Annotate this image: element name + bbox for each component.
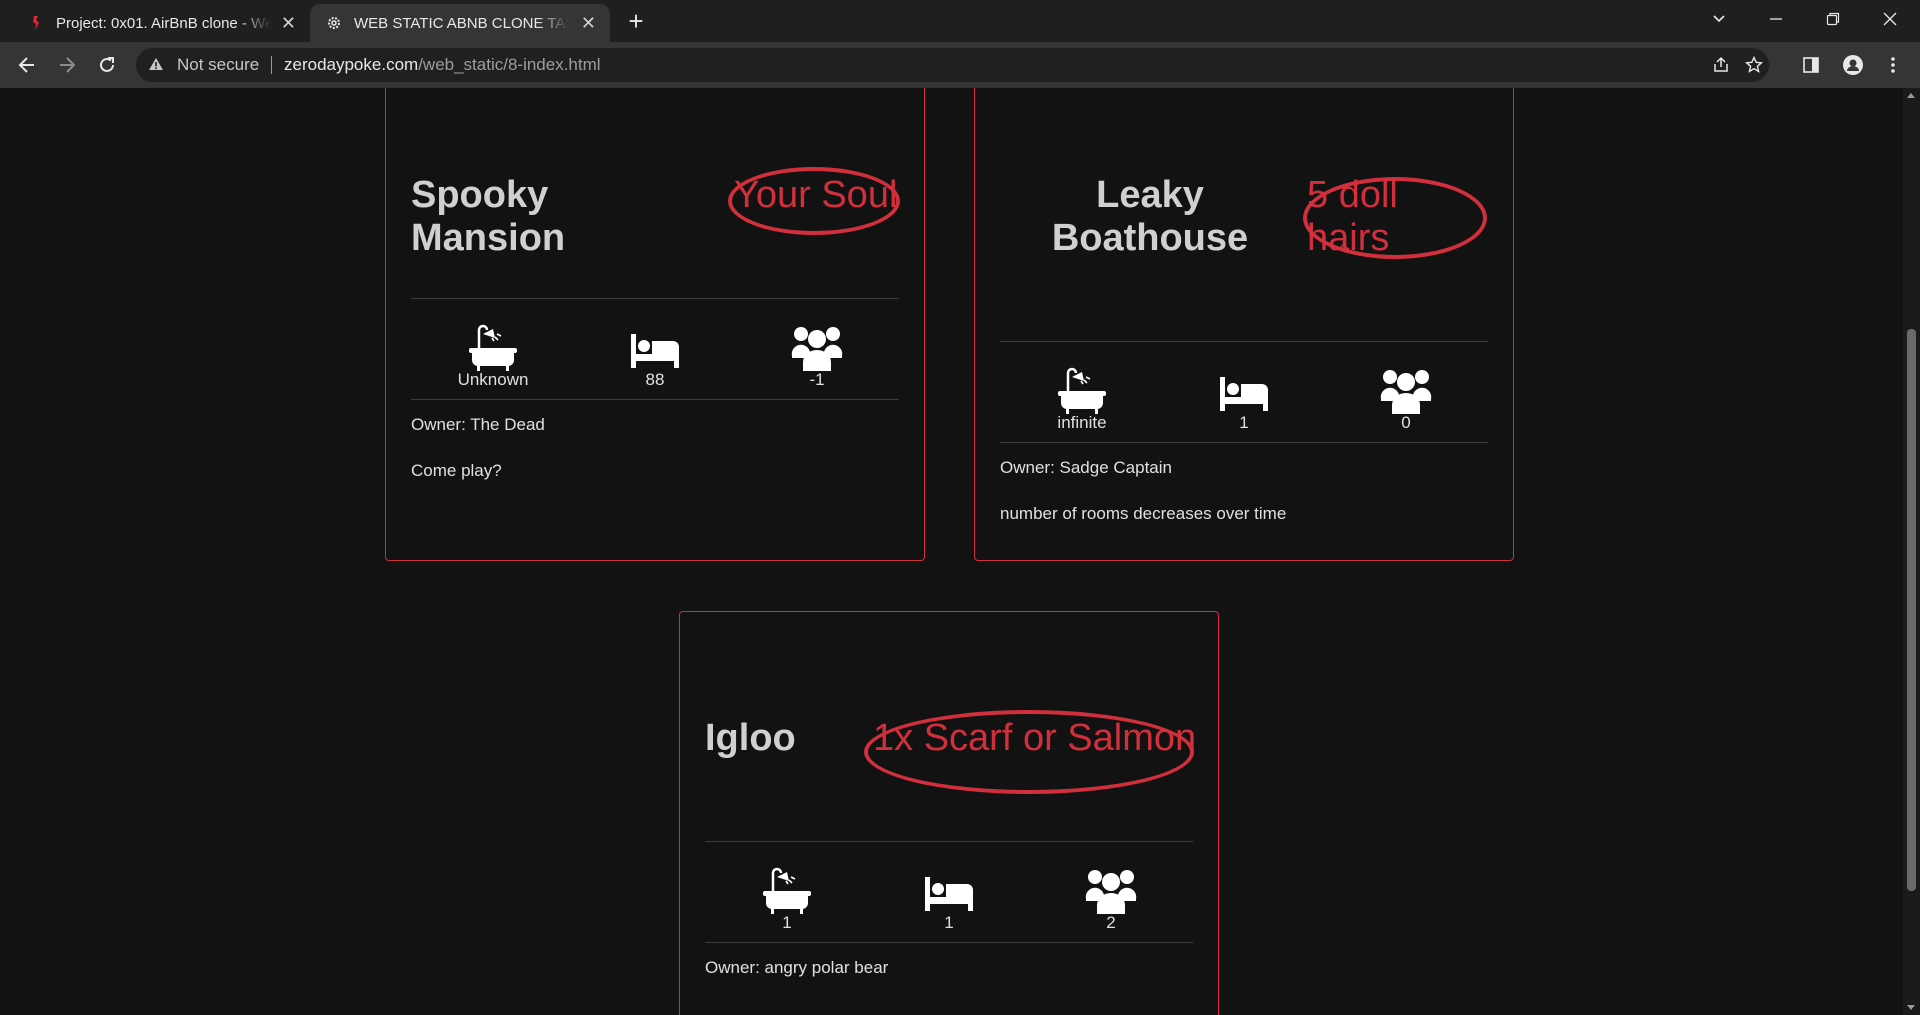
- rooms-value: 88: [645, 370, 665, 389]
- close-window-icon[interactable]: [1875, 8, 1905, 32]
- tab-close-icon[interactable]: ✕: [581, 13, 596, 34]
- number-bathrooms: Unknown: [433, 324, 553, 390]
- share-icon[interactable]: [1707, 51, 1735, 79]
- forward-icon[interactable]: [53, 51, 81, 79]
- number-bathrooms: 1: [727, 867, 847, 933]
- place-owner: Owner: Sadge Captain: [1000, 458, 1172, 477]
- bathrooms-value: infinite: [1057, 413, 1107, 432]
- bathrooms-value: 1: [782, 913, 792, 932]
- place-information: 1 1 2: [705, 841, 1193, 943]
- place-card: Igloo 1x Scarf or Salmon 1 1 2 Owner: an…: [679, 611, 1219, 1015]
- guests-value: -1: [809, 370, 825, 389]
- guests-value: 0: [1401, 413, 1411, 432]
- divider: [271, 56, 272, 74]
- place-owner: Owner: The Dead: [411, 415, 545, 434]
- group-icon: [1085, 870, 1137, 914]
- address-bar[interactable]: Not secure zerodaypoke.com/web_static/8-…: [136, 48, 1769, 82]
- place-information: Unknown 88 -1: [411, 298, 899, 400]
- bathrooms-value: Unknown: [457, 370, 529, 389]
- place-information: infinite 1 0: [1000, 341, 1488, 443]
- bathtub-icon: [763, 867, 811, 914]
- new-tab-button[interactable]: +: [622, 8, 650, 36]
- tab-title: WEB STATIC ABNB CLONE TASK 8: [354, 14, 569, 32]
- holberton-favicon-icon: [33, 16, 39, 30]
- group-icon: [1380, 370, 1432, 414]
- gear-favicon-icon: [328, 17, 340, 29]
- menu-icon[interactable]: [1879, 51, 1907, 79]
- vertical-scrollbar[interactable]: [1903, 88, 1920, 1015]
- place-card: Leaky Boathouse 5 doll hairs infinite 1 …: [974, 88, 1514, 561]
- warning-icon[interactable]: [148, 56, 164, 72]
- rooms-value: 1: [944, 913, 954, 932]
- browser-toolbar: Not secure zerodaypoke.com/web_static/8-…: [0, 42, 1920, 88]
- number-bathrooms: infinite: [1022, 367, 1142, 433]
- url-host: zerodaypoke.com: [284, 55, 419, 74]
- place-card: Spooky Mansion Your Soul Unknown 88 -1 O…: [385, 88, 925, 561]
- reload-icon[interactable]: [93, 51, 121, 79]
- scroll-down-icon[interactable]: [1907, 1005, 1915, 1010]
- tab-web-static[interactable]: WEB STATIC ABNB CLONE TASK 8 ✕: [310, 4, 610, 42]
- minimize-icon[interactable]: [1761, 8, 1791, 32]
- tab-search-icon[interactable]: [1704, 8, 1734, 32]
- tab-title: Project: 0x01. AirBnB clone - Web: [56, 14, 271, 32]
- tab-project[interactable]: Project: 0x01. AirBnB clone - Web ✕: [10, 4, 310, 42]
- url-text[interactable]: zerodaypoke.com/web_static/8-index.html: [284, 55, 601, 75]
- price-by-night: 5 doll hairs: [1307, 174, 1398, 259]
- page-viewport: Spooky Mansion Your Soul Unknown 88 -1 O…: [0, 88, 1903, 1015]
- number-rooms: 1: [889, 867, 1009, 933]
- place-name: Spooky Mansion: [411, 174, 566, 259]
- place-owner: Owner: angry polar bear: [705, 958, 889, 977]
- number-rooms: 88: [595, 324, 715, 390]
- scroll-thumb[interactable]: [1907, 329, 1916, 891]
- tab-strip: Project: 0x01. AirBnB clone - Web ✕ WEB …: [0, 0, 1920, 42]
- max-guest: -1: [757, 324, 877, 390]
- number-rooms: 1: [1184, 367, 1304, 433]
- rooms-value: 1: [1239, 413, 1249, 432]
- bathtub-icon: [1058, 367, 1106, 414]
- side-panel-icon[interactable]: [1797, 51, 1825, 79]
- back-icon[interactable]: [13, 51, 41, 79]
- place-description: Come play?: [411, 461, 502, 480]
- tab-close-icon[interactable]: ✕: [281, 13, 296, 34]
- scroll-up-icon[interactable]: [1907, 93, 1915, 98]
- bed-icon: [631, 334, 679, 368]
- profile-icon[interactable]: [1839, 51, 1867, 79]
- max-guest: 2: [1051, 867, 1171, 933]
- bathtub-icon: [469, 324, 517, 371]
- restore-icon[interactable]: [1818, 8, 1848, 32]
- guests-value: 2: [1106, 913, 1116, 932]
- url-path: /web_static/8-index.html: [418, 55, 601, 74]
- max-guest: 0: [1346, 367, 1466, 433]
- place-description: number of rooms decreases over time: [1000, 504, 1287, 523]
- group-icon: [791, 327, 843, 371]
- security-status[interactable]: Not secure: [177, 55, 259, 75]
- bookmark-star-icon[interactable]: [1740, 51, 1768, 79]
- bed-icon: [925, 877, 973, 911]
- bed-icon: [1220, 377, 1268, 411]
- price-by-night: Your Soul: [734, 174, 898, 216]
- price-by-night: 1x Scarf or Salmon: [873, 717, 1197, 759]
- place-name: Leaky Boathouse: [1051, 174, 1249, 259]
